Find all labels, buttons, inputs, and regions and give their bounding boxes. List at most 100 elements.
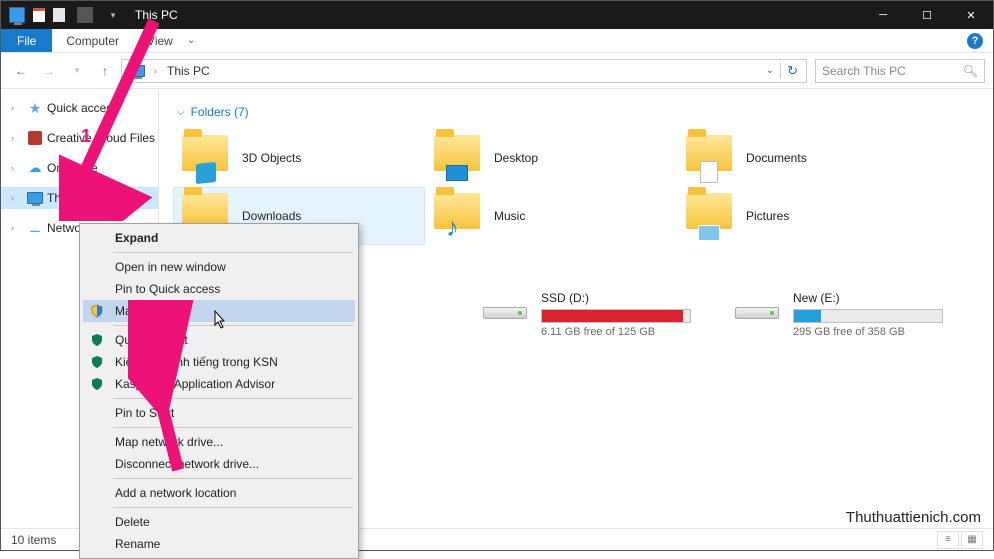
folder-music[interactable]: ♪ Music [425, 187, 677, 245]
context-menu-label: Rename [115, 537, 160, 551]
drive-d[interactable]: SSD (D:) 6.11 GB free of 125 GB [475, 287, 727, 342]
network-icon: ⚊ [27, 220, 43, 236]
context-menu-item[interactable]: Open in new window [83, 256, 355, 278]
expand-icon[interactable]: › [11, 103, 23, 113]
folders-header-label: Folders (7) [191, 105, 249, 119]
nav-creative-cloud[interactable]: › Creative Cloud Files [1, 127, 158, 149]
drive-icon [483, 293, 529, 327]
qat-customize-icon[interactable]: ▾ [105, 7, 121, 23]
folders-section-header[interactable]: ⌵ Folders (7) [177, 105, 979, 119]
kasp-icon [89, 332, 105, 348]
cc-icon [27, 130, 43, 146]
context-menu-label: Manage [115, 304, 158, 318]
view-details-button[interactable]: ≡ [937, 531, 959, 549]
folder-3d-objects[interactable]: 3D Objects [173, 129, 425, 187]
refresh-button[interactable]: ↻ [780, 63, 804, 79]
drive-name: SSD (D:) [541, 291, 719, 305]
search-icon: 🔍︎ [963, 64, 978, 78]
folder-label: Downloads [242, 209, 301, 223]
context-menu-label: Disconnect network drive... [115, 457, 259, 471]
breadcrumb-thispc[interactable]: This PC [161, 64, 216, 78]
expand-ribbon-icon[interactable]: ⌄ [187, 29, 195, 52]
context-menu-label: Pin to Quick access [115, 282, 220, 296]
qat-newfolder-icon[interactable] [53, 8, 65, 22]
drive-usage-bar [793, 309, 943, 323]
recent-dropdown[interactable]: ▾ [65, 59, 89, 83]
folder-icon [182, 135, 228, 181]
back-button[interactable]: ← [9, 59, 33, 83]
context-menu-label: Kiểm tra danh tiếng trong KSN [115, 355, 278, 369]
context-menu-label: Delete [115, 515, 150, 529]
context-menu-item[interactable]: Manage [83, 300, 355, 322]
address-bar[interactable]: › This PC ⌄ ↻ [121, 59, 807, 83]
folder-label: Pictures [746, 209, 789, 223]
kasp-icon [89, 376, 105, 392]
forward-button[interactable]: → [37, 59, 61, 83]
context-menu-item[interactable]: Kiểm tra danh tiếng trong KSN [83, 351, 355, 373]
context-menu-label: Map network drive... [115, 435, 223, 449]
folder-icon [434, 135, 480, 181]
folder-pictures[interactable]: Pictures [677, 187, 929, 245]
chevron-right-icon[interactable]: › [150, 66, 161, 76]
nav-quick-access[interactable]: › ★ Quick access [1, 97, 158, 119]
expand-icon[interactable]: › [11, 133, 23, 143]
context-menu-label: Expand [115, 231, 158, 245]
up-button[interactable]: ↑ [93, 59, 117, 83]
folder-label: 3D Objects [242, 151, 301, 165]
drive-free-text: 295 GB free of 358 GB [793, 326, 971, 338]
folder-label: Documents [746, 151, 807, 165]
tab-view[interactable]: View [133, 29, 187, 52]
nav-this-pc[interactable]: › This PC [1, 187, 158, 209]
folder-desktop[interactable]: Desktop [425, 129, 677, 187]
context-menu-item[interactable]: Delete [83, 511, 355, 533]
close-button[interactable]: ✕ [949, 1, 993, 29]
pc-icon [27, 190, 43, 206]
context-menu-label: Add a network location [115, 486, 236, 500]
maximize-button[interactable]: ☐ [905, 1, 949, 29]
star-icon: ★ [27, 100, 43, 116]
context-menu-label: Pin to Start [115, 406, 174, 420]
nav-label: Quick access [47, 101, 118, 115]
context-menu-item[interactable]: Pin to Quick access [83, 278, 355, 300]
help-button[interactable]: ? [967, 29, 983, 52]
context-menu-label: Kaspersky Application Advisor [115, 377, 275, 391]
cloud-icon: ☁ [27, 160, 43, 176]
folder-label: Music [494, 209, 525, 223]
nav-label: OneDrive [47, 161, 98, 175]
folder-documents[interactable]: Documents [677, 129, 929, 187]
qat-separator-icon [77, 7, 93, 23]
expand-icon[interactable]: › [11, 223, 23, 233]
folder-icon [686, 193, 732, 239]
file-tab[interactable]: File [1, 29, 52, 52]
tab-computer[interactable]: Computer [52, 29, 133, 52]
expand-icon[interactable]: › [11, 163, 23, 173]
ribbon: File Computer View ⌄ ? [1, 29, 993, 53]
drive-e[interactable]: New (E:) 295 GB free of 358 GB [727, 287, 979, 342]
window-title: This PC [129, 8, 178, 22]
context-menu-item[interactable]: Expand [83, 227, 355, 249]
qat-properties-icon[interactable] [33, 8, 45, 22]
expand-icon[interactable]: › [11, 193, 23, 203]
shield-icon [89, 303, 105, 319]
view-icons-button[interactable]: ▦ [961, 531, 983, 549]
context-menu-item[interactable]: Quét bảo mật [83, 329, 355, 351]
context-menu: Expand Open in new window Pin to Quick acc… [79, 223, 359, 559]
search-input[interactable]: Search This PC 🔍︎ [815, 59, 985, 83]
titlebar: ▾ This PC ─ ☐ ✕ [1, 1, 993, 29]
minimize-button[interactable]: ─ [861, 1, 905, 29]
context-menu-item[interactable]: Kaspersky Application Advisor [83, 373, 355, 395]
kasp-icon [89, 354, 105, 370]
search-placeholder: Search This PC [822, 64, 906, 78]
context-menu-item[interactable]: Map network drive... [83, 431, 355, 453]
drive-icon [735, 293, 781, 327]
context-menu-item[interactable]: Add a network location [83, 482, 355, 504]
address-dropdown-icon[interactable]: ⌄ [760, 65, 780, 76]
drive-free-text: 6.11 GB free of 125 GB [541, 326, 719, 338]
nav-onedrive[interactable]: › ☁ OneDrive [1, 157, 158, 179]
folder-icon: ♪ [434, 193, 480, 239]
drive-usage-bar [541, 309, 691, 323]
context-menu-item[interactable]: Pin to Start [83, 402, 355, 424]
qat-pc-icon[interactable] [9, 7, 25, 23]
context-menu-item[interactable]: Disconnect network drive... [83, 453, 355, 475]
context-menu-item[interactable]: Rename [83, 533, 355, 555]
